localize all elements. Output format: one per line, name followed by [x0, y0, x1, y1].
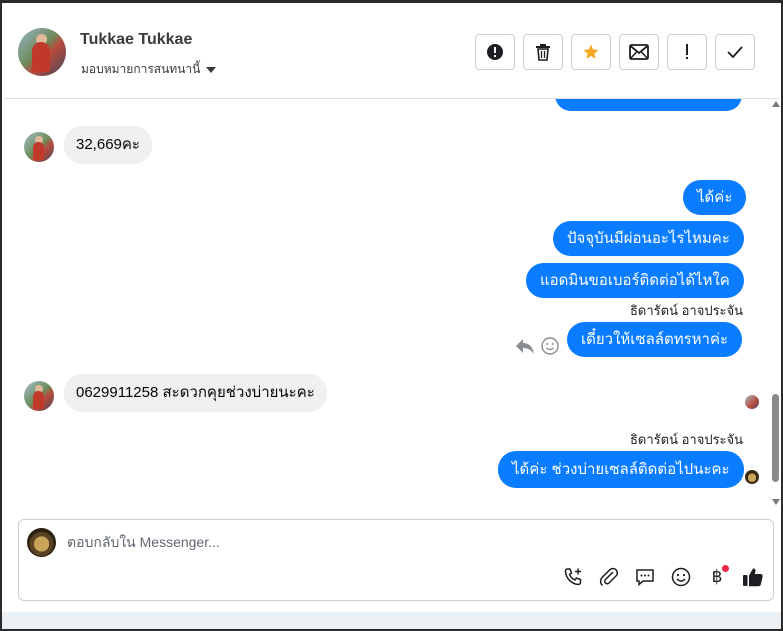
contact-avatar-small: [24, 132, 54, 162]
thumbs-up-icon[interactable]: [741, 565, 765, 589]
spam-button[interactable]: [475, 34, 515, 70]
message-thread[interactable]: 32,669คะ ได้ค่ะ ปัจจุบันมีผ่อนอะไรไหมคะ …: [4, 99, 772, 511]
sender-name: ธิดารัตน์ อาจประจัน: [630, 432, 744, 447]
outgoing-message[interactable]: ได้ค่ะ ช่วงบ่ายเซลล์ติดต่อไปนะคะ: [498, 451, 744, 488]
sender-name: ธิดารัตน์ อาจประจัน: [630, 303, 744, 318]
outgoing-message[interactable]: เดี๋ยวให้เซลล์ตทรหาค่ะ: [567, 322, 743, 357]
call-add-icon[interactable]: [561, 565, 585, 589]
follow-up-button[interactable]: [667, 34, 707, 70]
page-seen-avatar: [745, 470, 759, 484]
star-button[interactable]: [571, 34, 611, 70]
done-button[interactable]: [715, 34, 755, 70]
thread-scrollbar[interactable]: [772, 99, 780, 511]
contact-name[interactable]: Tukkae Tukkae: [80, 31, 192, 49]
attachment-icon[interactable]: [597, 565, 621, 589]
outgoing-message[interactable]: แอดมินขอเบอร์ติดต่อได้ไหใค: [526, 263, 744, 298]
assign-conversation-dropdown[interactable]: มอบหมายการสนทนานี้: [81, 60, 217, 79]
scroll-up-arrow-icon[interactable]: [772, 101, 780, 107]
message-bubble-partial[interactable]: [555, 99, 742, 111]
mark-unread-button[interactable]: [619, 34, 659, 70]
reply-composer: ฿: [18, 519, 774, 601]
exclamation-icon: [686, 44, 688, 59]
emoji-icon[interactable]: [669, 565, 693, 589]
alert-circle-icon: [487, 44, 503, 60]
notification-dot: [722, 565, 729, 572]
contact-avatar-small: [24, 381, 54, 411]
scroll-down-arrow-icon[interactable]: [772, 499, 780, 505]
bottom-panel-edge: [2, 612, 781, 629]
composer-toolbar: ฿: [561, 565, 765, 589]
seen-avatar: [745, 395, 759, 409]
delete-button[interactable]: [523, 34, 563, 70]
outgoing-message[interactable]: ได้ค่ะ: [683, 180, 747, 215]
envelope-icon: [629, 44, 649, 60]
trash-icon: [536, 44, 550, 61]
incoming-message[interactable]: 32,669คะ: [64, 126, 152, 164]
scrollbar-thumb[interactable]: [772, 394, 779, 482]
assign-label: มอบหมายการสนทนานี้: [81, 62, 201, 76]
contact-avatar[interactable]: [18, 28, 66, 76]
incoming-message[interactable]: 0629911258 สะดวกคุยช่วงบ่ายนะคะ: [64, 374, 327, 412]
message-actions: [515, 337, 559, 355]
reply-input[interactable]: [67, 534, 747, 550]
conversation-header: Tukkae Tukkae มอบหมายการสนทนานี้: [4, 4, 779, 99]
check-icon: [727, 46, 743, 59]
baht-payment-icon[interactable]: ฿: [705, 565, 729, 589]
emoji-react-icon[interactable]: [541, 337, 559, 355]
caret-down-icon: [206, 66, 217, 73]
reply-icon[interactable]: [515, 337, 535, 355]
star-icon: [583, 44, 599, 59]
page-avatar: [27, 528, 56, 557]
saved-replies-icon[interactable]: [633, 565, 657, 589]
outgoing-message[interactable]: ปัจจุบันมีผ่อนอะไรไหมคะ: [553, 221, 744, 256]
